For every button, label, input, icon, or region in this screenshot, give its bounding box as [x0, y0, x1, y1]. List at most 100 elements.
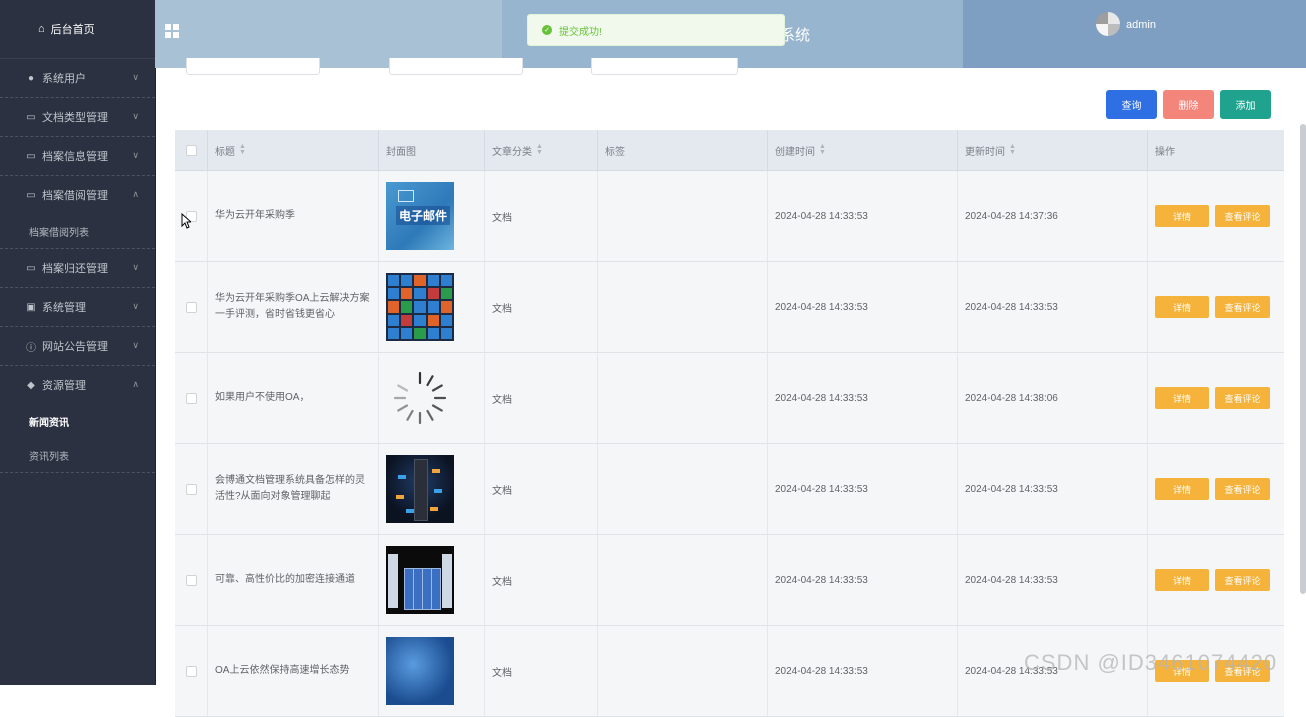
view-comments-button[interactable]: 查看评论	[1215, 478, 1270, 500]
cell-updated: 2024-04-28 14:37:36	[958, 171, 1148, 261]
chevron-down-icon: ∨	[132, 340, 139, 350]
detail-button[interactable]: 详情	[1155, 569, 1209, 591]
row-select-cell	[175, 535, 208, 625]
sidebar-subitem-label: 档案借阅列表	[29, 227, 89, 239]
cell-created: 2024-04-28 14:33:53	[768, 171, 958, 261]
cell-created: 2024-04-28 14:33:53	[768, 353, 958, 443]
sidebar-item-archive-return[interactable]: ▭ 档案归还管理 ∨	[0, 249, 155, 288]
delete-button[interactable]: 删除	[1163, 90, 1214, 119]
vertical-scrollbar[interactable]	[1300, 124, 1306, 594]
chevron-up-icon: ∧	[132, 379, 139, 389]
cell-created: 2024-04-28 14:33:53	[768, 626, 958, 716]
cell-actions: 详情 查看评论	[1148, 535, 1284, 625]
search-input-category[interactable]	[389, 58, 523, 75]
view-comments-button[interactable]: 查看评论	[1215, 205, 1270, 227]
cell-category: 文档	[485, 444, 598, 534]
cell-title: 华为云开年采购季	[208, 171, 379, 261]
row-checkbox[interactable]	[185, 392, 197, 404]
sidebar-item-resources[interactable]: ◆ 资源管理 ∧	[0, 366, 155, 404]
sidebar-item-system[interactable]: ▣ 系统管理 ∨	[0, 288, 155, 327]
sidebar-item-archive-borrow[interactable]: ▭ 档案借阅管理 ∧	[0, 176, 155, 214]
cell-tag	[598, 535, 768, 625]
document-icon: ▭	[26, 111, 36, 123]
row-checkbox[interactable]	[185, 301, 197, 313]
chevron-down-icon: ∨	[132, 111, 139, 121]
mouse-cursor-icon	[181, 213, 191, 229]
sort-icon[interactable]: ▲ ▼	[819, 143, 826, 156]
row-select-cell	[175, 626, 208, 716]
chevron-down-icon: ∨	[132, 262, 139, 272]
news-table: 标题 ▲ ▼ 封面图 文章分类 ▲ ▼ 标签 创建时间 ▲ ▼ 更新时间 ▲ ▼ 操作 华为云开…	[175, 130, 1284, 717]
cell-title: 会博通文档管理系统具备怎样的灵活性?从面向对象管理聊起	[208, 444, 379, 534]
username[interactable]: admin	[1126, 19, 1156, 31]
info-icon: ⓘ	[26, 342, 36, 354]
chevron-down-icon: ∨	[132, 72, 139, 82]
cell-actions: 详情 查看评论	[1148, 262, 1284, 352]
cell-cover: 电子邮件	[379, 171, 485, 261]
cell-tag	[598, 444, 768, 534]
col-tag-label: 标签	[605, 146, 625, 158]
chevron-up-icon: ∧	[132, 189, 139, 199]
detail-button[interactable]: 详情	[1155, 478, 1209, 500]
sidebar-item-doc-types[interactable]: ▭ 文档类型管理 ∨	[0, 98, 155, 137]
detail-button[interactable]: 详情	[1155, 296, 1209, 318]
table-row: 可靠、高性价比的加密连接通道 文档 2024-04-28 14:33:53 20…	[175, 535, 1284, 626]
search-input-title[interactable]	[186, 58, 320, 75]
row-checkbox[interactable]	[185, 574, 197, 586]
sidebar-subitem-borrow-list[interactable]: 档案借阅列表	[0, 214, 155, 249]
cell-category: 文档	[485, 626, 598, 716]
sort-icon[interactable]: ▲ ▼	[1009, 143, 1016, 156]
view-comments-button[interactable]: 查看评论	[1215, 296, 1270, 318]
col-updated-label: 更新时间	[965, 146, 1005, 158]
table-row: 华为云开年采购季 电子邮件 文档 2024-04-28 14:33:53 202…	[175, 171, 1284, 262]
add-button[interactable]: 添加	[1220, 90, 1271, 119]
sidebar-subitem-news[interactable]: 新闻资讯	[0, 404, 155, 438]
sidebar-item-label: 系统用户	[42, 73, 86, 85]
cell-tag	[598, 262, 768, 352]
cell-created: 2024-04-28 14:33:53	[768, 535, 958, 625]
table-row: 会博通文档管理系统具备怎样的灵活性?从面向对象管理聊起 文档 2024-04-2…	[175, 444, 1284, 535]
cell-category: 文档	[485, 262, 598, 352]
row-checkbox[interactable]	[185, 665, 197, 677]
cell-updated: 2024-04-28 14:33:53	[958, 535, 1148, 625]
select-all-cell	[175, 130, 208, 170]
row-checkbox[interactable]	[185, 483, 197, 495]
chevron-down-icon: ∨	[132, 301, 139, 311]
col-category-label: 文章分类	[492, 146, 532, 158]
table-row: 如果用户不使用OA， 文档 2024-04-28 14:33:53 2024-0…	[175, 353, 1284, 444]
avatar[interactable]	[1096, 12, 1120, 36]
sidebar-item-users[interactable]: ● 系统用户 ∨	[0, 59, 155, 98]
select-all-checkbox[interactable]	[185, 144, 197, 156]
query-button[interactable]: 查询	[1106, 90, 1157, 119]
sidebar-subitem-news-list[interactable]: 资讯列表	[0, 438, 155, 473]
sort-icon[interactable]: ▲ ▼	[536, 143, 543, 156]
books-cover-image	[386, 546, 454, 614]
col-created-label: 创建时间	[775, 146, 815, 158]
col-tag: 标签	[598, 130, 768, 170]
col-updated[interactable]: 更新时间 ▲ ▼	[958, 130, 1148, 170]
cell-category: 文档	[485, 353, 598, 443]
detail-button[interactable]: 详情	[1155, 205, 1209, 227]
search-input-tag[interactable]	[591, 58, 738, 75]
col-title[interactable]: 标题 ▲ ▼	[208, 130, 379, 170]
table-header: 标题 ▲ ▼ 封面图 文章分类 ▲ ▼ 标签 创建时间 ▲ ▼ 更新时间 ▲ ▼ 操作	[175, 130, 1284, 171]
watermark: CSDN @ID3461074420	[1024, 650, 1278, 675]
col-created[interactable]: 创建时间 ▲ ▼	[768, 130, 958, 170]
row-select-cell	[175, 262, 208, 352]
view-comments-button[interactable]: 查看评论	[1215, 569, 1270, 591]
sidebar-item-archive-info[interactable]: ▭ 档案信息管理 ∨	[0, 137, 155, 176]
grid-menu-icon[interactable]	[165, 24, 179, 38]
cell-title: 可靠、高性价比的加密连接通道	[208, 535, 379, 625]
cell-cover	[379, 444, 485, 534]
cell-created: 2024-04-28 14:33:53	[768, 262, 958, 352]
detail-button[interactable]: 详情	[1155, 387, 1209, 409]
cell-updated: 2024-04-28 14:38:06	[958, 353, 1148, 443]
view-comments-button[interactable]: 查看评论	[1215, 387, 1270, 409]
sidebar-item-label: 文档类型管理	[42, 112, 108, 124]
col-cover: 封面图	[379, 130, 485, 170]
col-category[interactable]: 文章分类 ▲ ▼	[485, 130, 598, 170]
sidebar-home[interactable]: ⌂ 后台首页	[0, 0, 155, 59]
sort-icon[interactable]: ▲ ▼	[239, 143, 246, 156]
dark-tech-cover-image	[386, 455, 454, 523]
sidebar-item-announcements[interactable]: ⓘ 网站公告管理 ∨	[0, 327, 155, 366]
